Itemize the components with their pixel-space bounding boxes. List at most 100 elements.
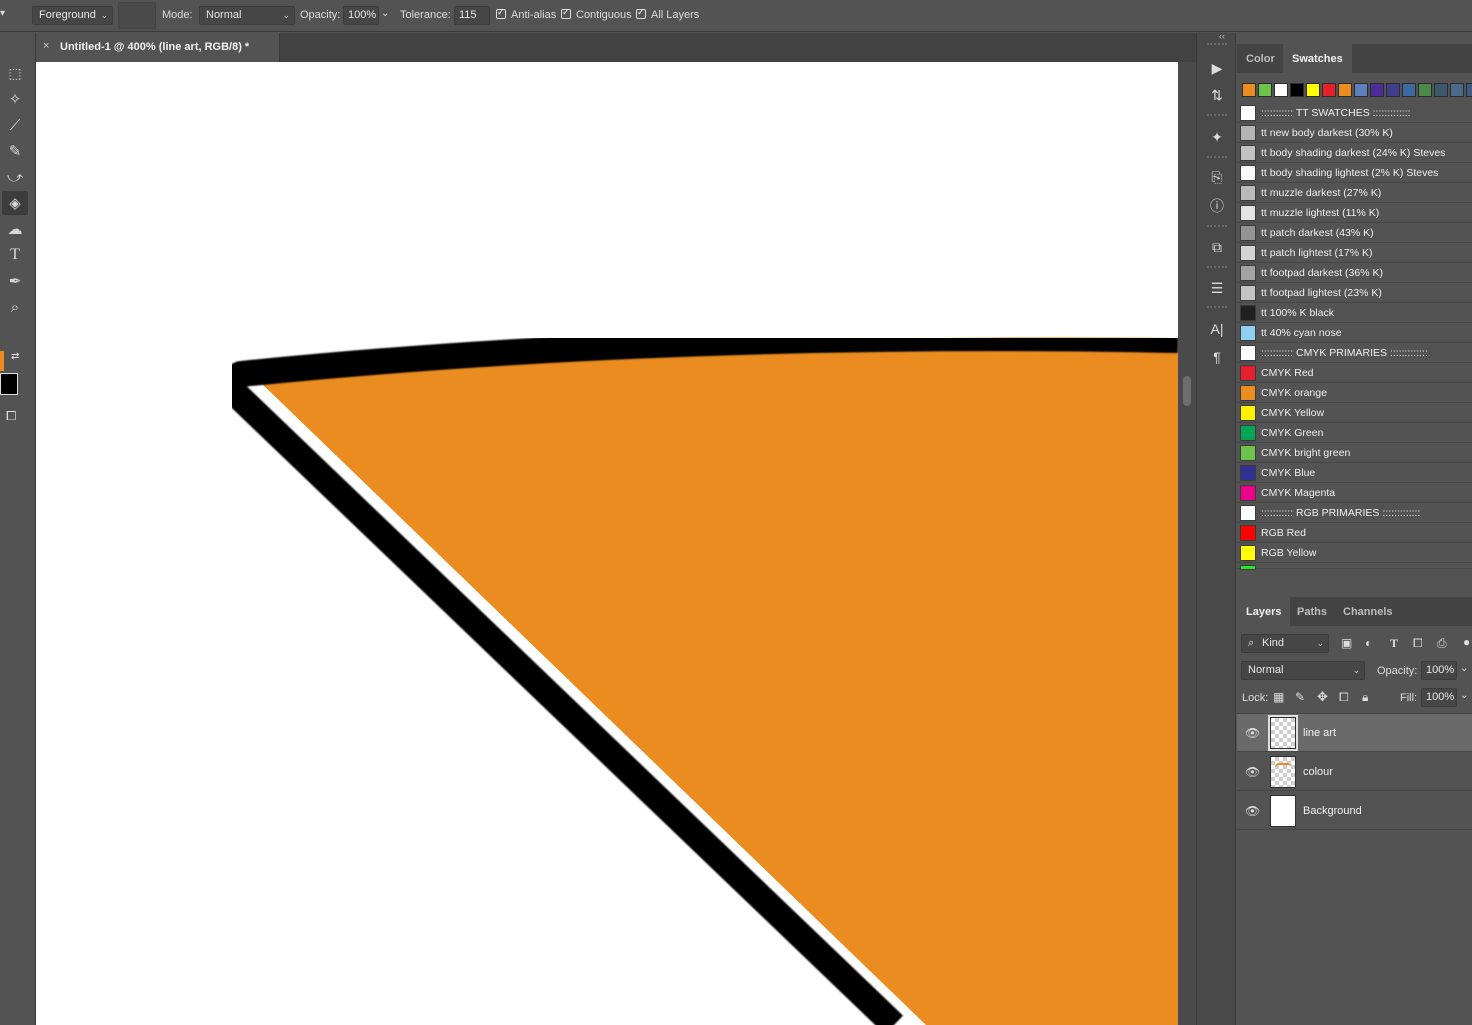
eyedropper-tool[interactable]: ⟋	[2, 113, 28, 137]
swap-colors-icon[interactable]: ⇄	[11, 351, 19, 362]
layer-opacity-input[interactable]: 100%	[1421, 661, 1457, 680]
grip-handle[interactable]	[1207, 156, 1227, 158]
grip-handle[interactable]	[1207, 306, 1227, 308]
fill-chevron-icon[interactable]: ⌄	[1460, 690, 1468, 701]
filter-toggle-icon[interactable]: ●	[1463, 635, 1470, 649]
scrollbar-thumb[interactable]	[1183, 376, 1191, 406]
marquee-tool[interactable]: ⬚	[2, 61, 28, 85]
swatch-row[interactable]: tt 100% K black	[1237, 303, 1472, 323]
smudge-tool[interactable]: ☁	[2, 217, 28, 241]
grip-handle[interactable]	[1207, 266, 1227, 268]
paint-bucket-tool[interactable]: ◈	[2, 191, 28, 215]
layer-filter-select[interactable]: ⌕ Kind ⌄	[1241, 634, 1329, 653]
foreground-color-swatch[interactable]	[0, 351, 4, 371]
mode-select[interactable]: Normal ⌄	[199, 6, 295, 25]
fill-input[interactable]: 100%	[1421, 688, 1457, 707]
recent-swatch-chip[interactable]	[1418, 83, 1432, 97]
paragraph-button[interactable]: ¶	[1205, 345, 1229, 369]
recent-swatch-chip[interactable]	[1338, 83, 1352, 97]
swatch-row[interactable]: tt body shading lightest (2% K) Steves	[1237, 163, 1472, 183]
tolerance-input[interactable]: 115	[454, 6, 490, 25]
info-button[interactable]: ⓘ	[1205, 194, 1229, 218]
swatch-row[interactable]: tt muzzle darkest (27% K)	[1237, 183, 1472, 203]
actions-button[interactable]: ▶	[1205, 56, 1229, 80]
brushes-button[interactable]: ✦	[1205, 125, 1229, 149]
visibility-eye-icon[interactable]: 👁︎	[1245, 804, 1260, 818]
lock-transparent-icon[interactable]: ▦	[1273, 690, 1284, 704]
adjustment-layer-filter-icon[interactable]: ◐	[1365, 636, 1372, 650]
grip-handle[interactable]	[1207, 43, 1227, 45]
layer-row[interactable]: 👁︎ line art	[1237, 714, 1472, 752]
pen-tool[interactable]: ✒	[2, 269, 28, 293]
collapse-panels-icon[interactable]: ‹‹	[1219, 31, 1225, 41]
swatch-row[interactable]: tt footpad darkest (36% K)	[1237, 263, 1472, 283]
swatch-row[interactable]: RGB Yellow	[1237, 543, 1472, 563]
adjustments-button[interactable]: ☰	[1205, 276, 1229, 300]
lock-position-icon[interactable]: ✥	[1317, 689, 1328, 705]
swatch-row[interactable]: CMYK Green	[1237, 423, 1472, 443]
lock-artboard-icon[interactable]: ⧠	[1339, 690, 1349, 705]
tool-preset-chevron-icon[interactable]: ▾	[0, 8, 5, 19]
swatch-row[interactable]: tt patch lightest (17% K)	[1237, 243, 1472, 263]
screen-mode-icon[interactable]: ⧠	[6, 408, 16, 424]
type-tool[interactable]: T	[2, 243, 28, 267]
history-brush-tool[interactable]: ⤻	[2, 165, 28, 189]
vertical-scrollbar[interactable]	[1178, 62, 1196, 1025]
swatch-row[interactable]: RGB Red	[1237, 523, 1472, 543]
anti-alias-checkbox[interactable]	[496, 7, 506, 19]
layer-row[interactable]: 👁︎ colour	[1237, 753, 1472, 791]
type-layer-filter-icon[interactable]: T	[1390, 636, 1398, 651]
swatch-row[interactable]: tt 40% cyan nose	[1237, 323, 1472, 343]
swatch-row[interactable]: CMYK Blue	[1237, 463, 1472, 483]
lock-all-icon[interactable]: 🔒︎	[1362, 690, 1368, 705]
visibility-eye-icon[interactable]: 👁︎	[1245, 765, 1260, 779]
swatch-row[interactable]: tt patch darkest (43% K)	[1237, 223, 1472, 243]
canvas[interactable]	[36, 62, 1178, 1025]
recent-swatch-chip[interactable]	[1434, 83, 1448, 97]
recent-swatch-chip[interactable]	[1386, 83, 1400, 97]
grip-handle[interactable]	[1207, 225, 1227, 227]
recent-swatch-chip[interactable]	[1370, 83, 1384, 97]
recent-swatch-chip[interactable]	[1354, 83, 1368, 97]
shape-layer-filter-icon[interactable]: ⧠	[1413, 636, 1423, 651]
pixel-layer-filter-icon[interactable]: ▣	[1341, 636, 1352, 650]
recent-swatch-chip[interactable]	[1450, 83, 1464, 97]
grip-handle[interactable]	[1207, 114, 1227, 116]
swatch-row-partial[interactable]	[1237, 563, 1472, 570]
blend-mode-select[interactable]: Normal ⌄	[1241, 661, 1365, 680]
swatch-row[interactable]: CMYK bright green	[1237, 443, 1472, 463]
swatch-row[interactable]: ::::::::::: RGB PRIMARIES :::::::::::::	[1237, 503, 1472, 523]
swatch-row[interactable]: tt new body darkest (30% K)	[1237, 123, 1472, 143]
lock-pixels-icon[interactable]: ✎	[1295, 690, 1305, 704]
recent-swatch-chip[interactable]	[1274, 83, 1288, 97]
history-button[interactable]: ⇅	[1205, 83, 1229, 107]
swatch-row[interactable]: tt muzzle lightest (11% K)	[1237, 203, 1472, 223]
all-layers-checkbox[interactable]	[636, 7, 646, 19]
recent-swatch-chip[interactable]	[1290, 83, 1304, 97]
document-tab[interactable]: × Untitled-1 @ 400% (line art, RGB/8) *	[36, 33, 280, 62]
tab-layers[interactable]: Layers	[1237, 597, 1291, 626]
swatch-row[interactable]: CMYK orange	[1237, 383, 1472, 403]
recent-swatch-chip[interactable]	[1466, 83, 1472, 97]
swatch-row[interactable]: CMYK Red	[1237, 363, 1472, 383]
clone-source-button[interactable]: ⎘	[1205, 165, 1229, 189]
swatch-row[interactable]: CMYK Magenta	[1237, 483, 1472, 503]
layer-row[interactable]: 👁︎ Background	[1237, 792, 1472, 830]
swatch-row[interactable]: ::::::::::: CMYK PRIMARIES :::::::::::::	[1237, 343, 1472, 363]
character-button[interactable]: A|	[1205, 317, 1229, 341]
visibility-eye-icon[interactable]: 👁︎	[1245, 726, 1260, 740]
brush-tool[interactable]: ✎	[2, 139, 28, 163]
recent-swatch-chip[interactable]	[1306, 83, 1320, 97]
fill-source-select[interactable]: Foreground ⌄	[32, 6, 113, 25]
pattern-picker[interactable]	[118, 2, 156, 29]
recent-swatch-chip[interactable]	[1322, 83, 1336, 97]
contiguous-checkbox[interactable]	[561, 7, 571, 19]
swatch-row[interactable]: tt body shading darkest (24% K) Steves	[1237, 143, 1472, 163]
background-color-swatch[interactable]	[0, 373, 18, 395]
swatch-row[interactable]: CMYK Yellow	[1237, 403, 1472, 423]
recent-swatch-chip[interactable]	[1242, 83, 1256, 97]
tab-paths[interactable]: Paths	[1288, 597, 1336, 626]
tab-color[interactable]: Color	[1237, 44, 1284, 73]
opacity-chevron-icon[interactable]: ⌄	[381, 8, 389, 19]
swatch-row[interactable]: tt footpad lightest (23% K)	[1237, 283, 1472, 303]
